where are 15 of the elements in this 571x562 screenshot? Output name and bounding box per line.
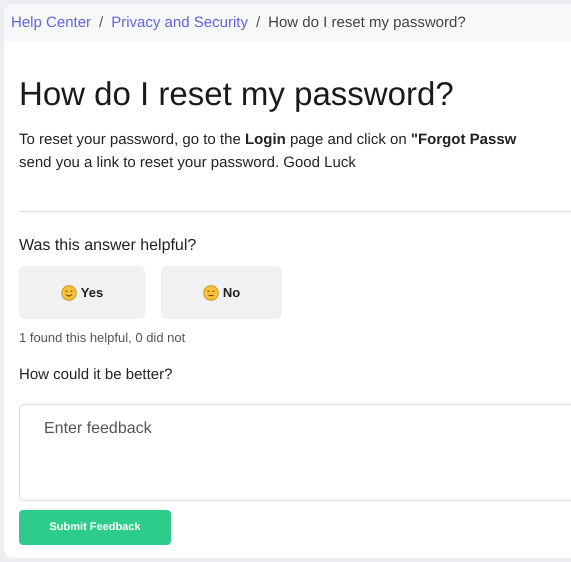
feedback-button[interactable]: No — [161, 266, 282, 319]
breadcrumb-separator: / — [256, 12, 260, 33]
neutral-face-icon — [202, 284, 219, 300]
helpful-count: 1 found this helpful, 0 did not — [19, 329, 186, 347]
smiling-face-icon — [60, 284, 77, 300]
feedback-question: Was this answer helpful? — [19, 236, 196, 256]
breadcrumb-separator: / — [99, 12, 104, 33]
breadcrumb-current: How do I reset my password? — [268, 12, 466, 33]
improve-question: How could it be better? — [19, 365, 174, 385]
feedback-button[interactable]: Yes — [19, 266, 145, 319]
feedback-field[interactable]: Enter feedback — [19, 404, 571, 500]
breadcrumb-link[interactable]: Privacy and Security — [111, 12, 248, 34]
article-body: To reset your password, go to the Login page and click on "Forgot Passw send you a link to reset your password. Good Luck — [19, 130, 518, 173]
article-title: How do I reset my password? — [19, 74, 455, 114]
breadcrumb-link[interactable]: Help Center — [11, 12, 92, 34]
